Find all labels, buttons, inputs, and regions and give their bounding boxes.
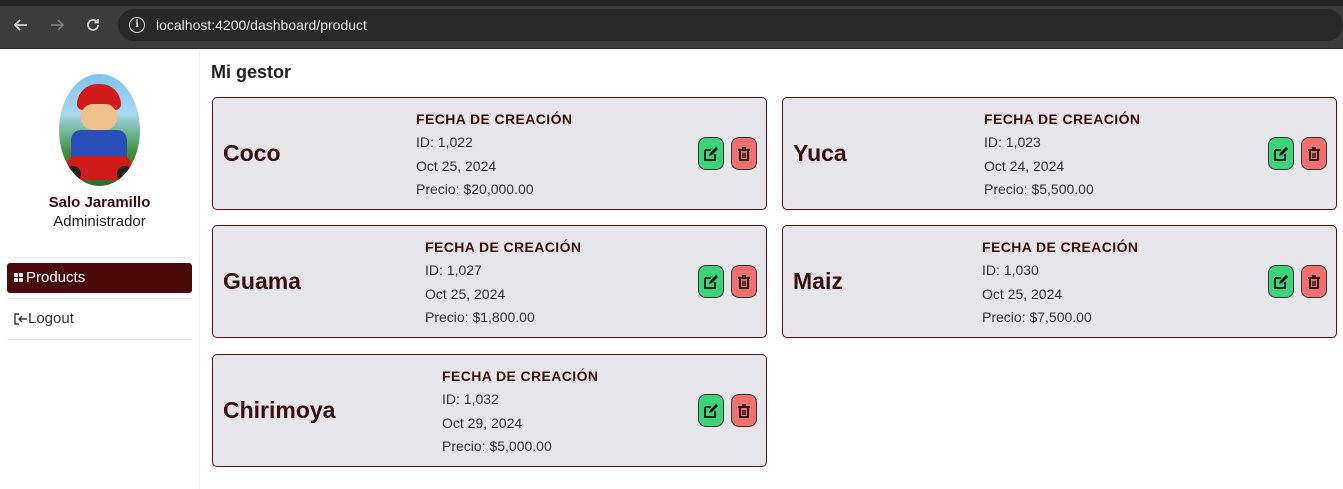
product-card: Yuca FECHA DE CREACIÓN ID: 1,023 Oct 24,… [782, 97, 1337, 210]
product-info: FECHA DE CREACIÓN ID: 1,023 Oct 24, 2024… [984, 109, 1140, 202]
product-price: Precio: $1,800.00 [425, 309, 535, 325]
product-date: Oct 25, 2024 [982, 285, 1063, 302]
creation-label: FECHA DE CREACIÓN [425, 239, 582, 255]
product-info: FECHA DE CREACIÓN ID: 1,022 Oct 25, 2024… [416, 109, 572, 202]
divider [7, 339, 192, 340]
trash-icon [1308, 147, 1320, 161]
edit-button[interactable] [698, 394, 724, 427]
delete-button[interactable] [1301, 265, 1327, 298]
logout-icon [14, 313, 27, 325]
product-name: Coco [223, 140, 281, 166]
product-info: FECHA DE CREACIÓN ID: 1,027 Oct 25, 2024… [425, 237, 581, 330]
arrow-right-icon [51, 19, 65, 31]
product-date: Oct 25, 2024 [416, 157, 497, 174]
address-bar[interactable]: i localhost:4200/dashboard/product [118, 9, 1343, 41]
reload-button[interactable] [80, 12, 106, 38]
avatar [59, 74, 140, 186]
forward-button[interactable] [44, 12, 70, 38]
sidebar-item-logout[interactable]: Logout [7, 304, 192, 334]
sidebar-item-label: Products [26, 269, 86, 286]
reload-icon [87, 19, 99, 31]
edit-button[interactable] [1268, 137, 1294, 170]
tab-strip [0, 0, 1343, 6]
product-card: Coco FECHA DE CREACIÓN ID: 1,022 Oct 25,… [212, 97, 767, 210]
divider [7, 298, 192, 299]
edit-icon [1274, 275, 1288, 289]
edit-button[interactable] [1268, 265, 1294, 298]
product-date: Oct 29, 2024 [442, 414, 523, 431]
trash-icon [738, 147, 750, 161]
edit-icon [704, 275, 718, 289]
creation-label: FECHA DE CREACIÓN [416, 111, 573, 127]
edit-icon [704, 404, 718, 418]
delete-button[interactable] [731, 265, 757, 298]
product-id: ID: 1,030 [982, 262, 1039, 278]
product-date: Oct 24, 2024 [984, 157, 1065, 174]
creation-label: FECHA DE CREACIÓN [442, 368, 599, 384]
product-name: Maiz [793, 268, 843, 294]
product-id: ID: 1,027 [425, 262, 482, 278]
edit-icon [704, 147, 718, 161]
product-name: Yuca [793, 140, 847, 166]
product-name: Guama [223, 268, 301, 294]
delete-button[interactable] [1301, 137, 1327, 170]
user-role: Administrador [53, 213, 146, 230]
user-name: Salo Jaramillo [48, 194, 151, 211]
back-button[interactable] [8, 12, 34, 38]
product-price: Precio: $5,000.00 [442, 438, 552, 454]
product-card: Maiz FECHA DE CREACIÓN ID: 1,030 Oct 25,… [782, 225, 1337, 338]
delete-button[interactable] [731, 394, 757, 427]
product-price: Precio: $20,000.00 [416, 181, 534, 197]
grid-icon [14, 273, 24, 283]
edit-icon [1274, 147, 1288, 161]
product-card: Chirimoya FECHA DE CREACIÓN ID: 1,032 Oc… [212, 354, 767, 467]
trash-icon [738, 275, 750, 289]
product-name: Chirimoya [223, 397, 336, 423]
divider [7, 257, 192, 258]
sidebar: Salo Jaramillo Administrador Products Lo… [0, 50, 200, 489]
sidebar-item-products[interactable]: Products [7, 263, 192, 293]
delete-button[interactable] [731, 137, 757, 170]
edit-button[interactable] [698, 265, 724, 298]
product-date: Oct 25, 2024 [425, 285, 506, 302]
info-icon[interactable]: i [129, 17, 145, 33]
product-price: Precio: $5,500.00 [984, 181, 1094, 197]
url-text: localhost:4200/dashboard/product [156, 17, 367, 33]
browser-toolbar: i localhost:4200/dashboard/product [0, 0, 1343, 49]
trash-icon [738, 404, 750, 418]
product-id: ID: 1,023 [984, 134, 1041, 150]
creation-label: FECHA DE CREACIÓN [984, 111, 1141, 127]
sidebar-item-label: Logout [28, 310, 74, 327]
product-price: Precio: $7,500.00 [982, 309, 1092, 325]
trash-icon [1308, 275, 1320, 289]
arrow-left-icon [13, 19, 27, 31]
edit-button[interactable] [698, 137, 724, 170]
product-id: ID: 1,032 [442, 391, 499, 407]
page-title: Mi gestor [211, 62, 292, 82]
product-info: FECHA DE CREACIÓN ID: 1,032 Oct 29, 2024… [442, 366, 598, 459]
creation-label: FECHA DE CREACIÓN [982, 239, 1139, 255]
product-info: FECHA DE CREACIÓN ID: 1,030 Oct 25, 2024… [982, 237, 1138, 330]
product-card: Guama FECHA DE CREACIÓN ID: 1,027 Oct 25… [212, 225, 767, 338]
product-id: ID: 1,022 [416, 134, 473, 150]
